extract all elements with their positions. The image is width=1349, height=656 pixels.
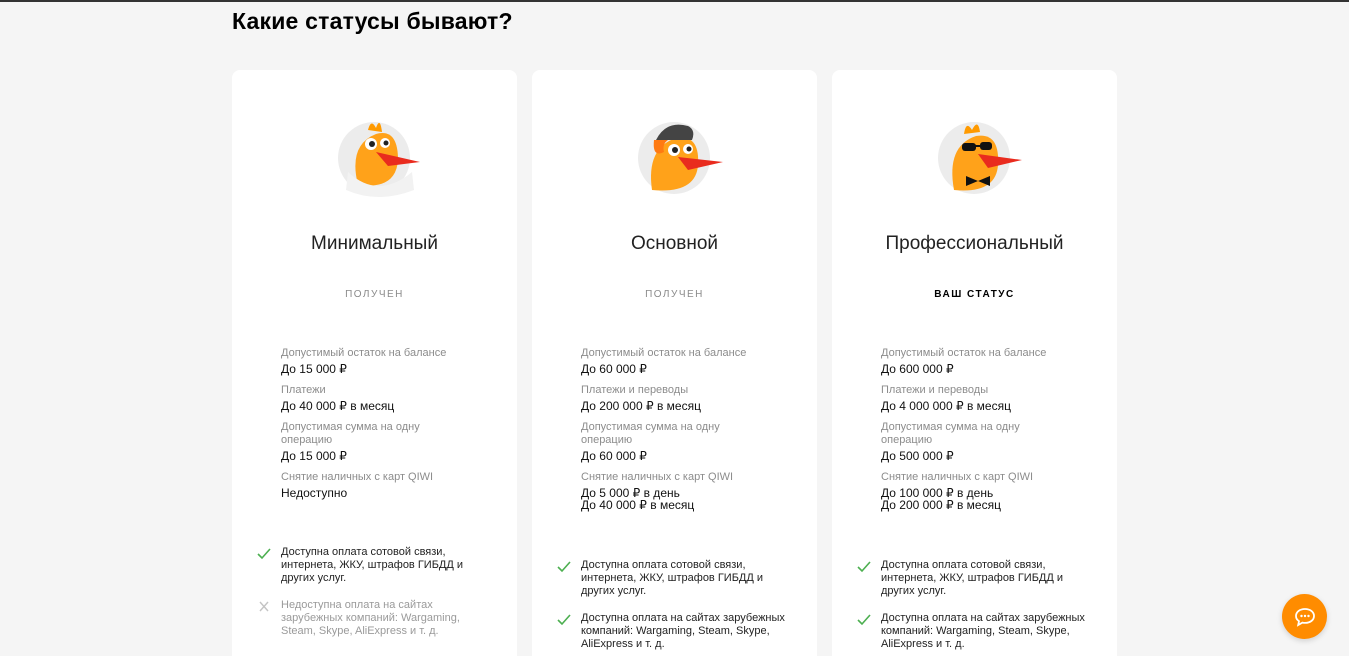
feature-value: До 40 000 ₽ в месяц: [281, 399, 395, 413]
check-list: Доступна оплата сотовой связи, интернета…: [857, 559, 1091, 656]
check-text: Доступна оплата сотовой связи, интернета…: [581, 559, 764, 597]
status-cards: Минимальный ПОЛУЧЕН Допустимый остаток н…: [232, 70, 1117, 656]
check-list: Доступна оплата сотовой связи, интернета…: [257, 546, 491, 652]
chat-bubble-icon: [1294, 607, 1315, 627]
feature-item: Допустимый остаток на балансе До 15 000 …: [281, 347, 481, 376]
feature-label: Допустимая сумма на одну операцию: [281, 421, 420, 446]
feature-value: До 15 000 ₽: [281, 362, 347, 376]
card-title: Основной: [630, 233, 719, 254]
feature-value: До 100 000 ₽ в день До 200 000 ₽ в месяц: [881, 486, 1001, 512]
feature-item: Допустимая сумма на одну операцию До 60 …: [581, 421, 731, 463]
checkmark-icon: [257, 548, 271, 560]
bird-mascot-icon: [651, 124, 723, 191]
chat-button[interactable]: [1282, 594, 1327, 639]
feature-item: Снятие наличных с карт QIWI Недоступно: [281, 471, 481, 500]
check-text: Доступна оплата сотовой связи, интернета…: [881, 559, 1064, 597]
check-item: Доступна оплата на сайтах зарубежных ком…: [857, 612, 1091, 651]
feature-value: Недоступно: [281, 486, 348, 500]
feature-item: Платежи и переводы До 4 000 000 ₽ в меся…: [881, 384, 1081, 413]
check-item: Недоступна оплата на сайтах зарубежных к…: [259, 599, 491, 638]
status-card-minimal: Минимальный ПОЛУЧЕН Допустимый остаток н…: [232, 70, 517, 656]
check-text: Доступна оплата сотовой связи, интернета…: [281, 546, 464, 584]
status-card-basic: Основной ПОЛУЧЕН Допустимый остаток на б…: [532, 70, 817, 656]
feature-value: До 4 000 000 ₽ в месяц: [881, 399, 1011, 413]
feature-list: Допустимый остаток на балансе До 60 000 …: [581, 347, 781, 519]
status-badge: ПОЛУЧЕН: [345, 289, 404, 300]
feature-value: До 500 000 ₽: [881, 449, 954, 463]
feature-value: До 60 000 ₽: [581, 362, 647, 376]
feature-label: Платежи и переводы: [881, 384, 989, 396]
feature-item: Допустимая сумма на одну операцию До 15 …: [281, 421, 431, 463]
page-title: Какие статусы бывают?: [232, 8, 513, 34]
check-item: Доступна оплата сотовой связи, интернета…: [257, 546, 491, 585]
feature-label: Платежи и переводы: [581, 384, 689, 396]
feature-list: Допустимый остаток на балансе До 600 000…: [881, 347, 1081, 519]
check-item: Доступна оплата сотовой связи, интернета…: [857, 559, 1091, 598]
mascot-avatar: [938, 122, 1022, 194]
feature-label: Снятие наличных с карт QIWI: [881, 471, 1034, 483]
feature-label: Допустимая сумма на одну операцию: [881, 421, 1020, 446]
bird-mascot-icon: [952, 124, 1022, 191]
check-text: Недоступна оплата на сайтах зарубежных к…: [281, 599, 460, 637]
feature-label: Снятие наличных с карт QIWI: [581, 471, 734, 483]
status-badge: ВАШ СТАТУС: [934, 289, 1015, 300]
cross-icon: [259, 601, 269, 612]
status-badge: ПОЛУЧЕН: [645, 289, 704, 300]
checkmark-icon: [857, 614, 871, 626]
mascot-avatar: [338, 122, 420, 197]
status-card-professional: Профессиональный ВАШ СТАТУС Допустимый о…: [832, 70, 1117, 656]
feature-value: До 15 000 ₽: [281, 449, 347, 463]
feature-label: Допустимая сумма на одну операцию: [581, 421, 720, 446]
bird-mascot-icon: [346, 122, 420, 197]
feature-item: Платежи и переводы До 200 000 ₽ в месяц: [581, 384, 781, 413]
card-title: Минимальный: [311, 233, 438, 254]
feature-label: Допустимый остаток на балансе: [281, 347, 447, 359]
feature-item: Допустимая сумма на одну операцию До 500…: [881, 421, 1031, 463]
checkmark-icon: [557, 614, 571, 626]
feature-item: Снятие наличных с карт QIWI До 5 000 ₽ в…: [581, 471, 781, 511]
check-item: Доступна оплата сотовой связи, интернета…: [557, 559, 791, 598]
card-title: Профессиональный: [885, 233, 1064, 254]
checkmark-icon: [857, 561, 871, 573]
feature-item: Допустимый остаток на балансе До 600 000…: [881, 347, 1081, 376]
feature-list: Допустимый остаток на балансе До 15 000 …: [281, 347, 481, 508]
feature-label: Платежи: [281, 384, 326, 396]
feature-label: Допустимый остаток на балансе: [581, 347, 747, 359]
check-list: Доступна оплата сотовой связи, интернета…: [557, 559, 791, 656]
feature-item: Снятие наличных с карт QIWI До 100 000 ₽…: [881, 471, 1081, 511]
feature-label: Снятие наличных с карт QIWI: [281, 471, 434, 483]
check-item: Доступна оплата на сайтах зарубежных ком…: [557, 612, 791, 651]
check-text: Доступна оплата на сайтах зарубежных ком…: [581, 612, 785, 650]
feature-item: Платежи До 40 000 ₽ в месяц: [281, 384, 481, 413]
mascot-avatar: [638, 122, 723, 194]
feature-value: До 600 000 ₽: [881, 362, 954, 376]
feature-value: До 5 000 ₽ в день До 40 000 ₽ в месяц: [581, 486, 695, 512]
check-text: Доступна оплата на сайтах зарубежных ком…: [881, 612, 1085, 650]
checkmark-icon: [557, 561, 571, 573]
feature-value: До 60 000 ₽: [581, 449, 647, 463]
feature-label: Допустимый остаток на балансе: [881, 347, 1047, 359]
feature-value: До 200 000 ₽ в месяц: [581, 399, 701, 413]
feature-item: Допустимый остаток на балансе До 60 000 …: [581, 347, 781, 376]
